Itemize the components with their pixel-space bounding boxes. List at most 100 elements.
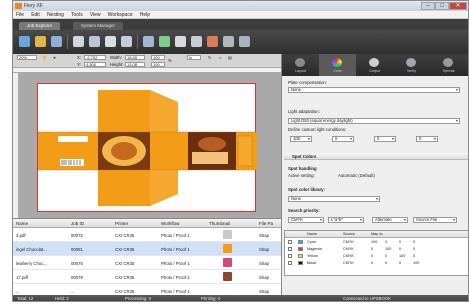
- status-bar: Total: 12 Held: 3 Processing: 0 Printing…: [13, 295, 468, 301]
- priority-4-select[interactable]: Source File: [413, 217, 457, 223]
- priority-1-select[interactable]: CMYK: [288, 217, 324, 223]
- canvas-area[interactable]: [19, 73, 281, 218]
- scale-width-field[interactable]: 100: [151, 55, 165, 60]
- col-name[interactable]: Name: [16, 221, 28, 226]
- tab-system-manager[interactable]: System Manager: [73, 22, 124, 30]
- custom-light-field-4[interactable]: 0: [416, 136, 438, 142]
- color-swatch: [298, 240, 303, 244]
- tab-verify[interactable]: Verify: [393, 54, 430, 76]
- tab-layout[interactable]: Layout: [282, 54, 319, 76]
- tile-icon[interactable]: [159, 36, 170, 47]
- row-job-id: 00081: [71, 247, 83, 252]
- menu-tools[interactable]: Tools: [68, 11, 86, 19]
- tab-output-label: Output: [369, 69, 380, 73]
- active-setting-label: Active setting:: [288, 173, 315, 178]
- tab-job-explorer[interactable]: Job Explorer: [19, 22, 61, 30]
- spot-color-row[interactable]: Magenta CMYK 0 100 0 0: [285, 246, 468, 252]
- zoom-icon[interactable]: [239, 36, 250, 47]
- col-spot-map[interactable]: Map to: [371, 232, 383, 236]
- grid-icon[interactable]: [191, 36, 202, 47]
- new-job-icon[interactable]: [19, 36, 30, 47]
- unit-select[interactable]: in: [187, 55, 201, 60]
- zoom-select[interactable]: 20%: [17, 55, 37, 60]
- spot-row-checkbox[interactable]: [288, 261, 292, 265]
- menu-nesting[interactable]: Nesting: [44, 11, 67, 19]
- spot-name: Cyan: [307, 240, 316, 244]
- spot-name: Yellow: [307, 254, 318, 258]
- panel-tab-bar: Layout Color Output Verify Special: [282, 54, 468, 76]
- hand-icon[interactable]: ✋: [42, 55, 47, 61]
- spot-row-checkbox[interactable]: [288, 254, 292, 258]
- nest-icon[interactable]: [121, 36, 132, 47]
- scale-height-field[interactable]: 100: [151, 62, 165, 67]
- delete-icon[interactable]: [207, 36, 218, 47]
- step-repeat-icon[interactable]: [143, 36, 154, 47]
- row-printer: CXI CR35: [115, 261, 135, 266]
- close-button[interactable]: ✕: [449, 2, 467, 10]
- tab-color[interactable]: Color: [319, 54, 356, 76]
- mirror-icon[interactable]: ⇔: [218, 55, 222, 60]
- spot-color-row[interactable]: Yellow CMYK 0 0 100 0: [285, 253, 468, 259]
- tab-special[interactable]: Special: [430, 54, 467, 76]
- custom-light-field-3[interactable]: 0: [374, 136, 396, 142]
- light-adaptation-select[interactable]: Light D50 (equal energy daylight): [288, 118, 460, 124]
- table-row[interactable]: 3.pdf 00072 CXI CR35 Photo / Proof 1 Sha…: [13, 228, 281, 242]
- col-job-id[interactable]: Job ID: [71, 221, 84, 226]
- pointer-icon[interactable]: ➤: [53, 55, 57, 60]
- print-icon[interactable]: [73, 36, 84, 47]
- align-icon[interactable]: ▤: [228, 55, 232, 60]
- width-field[interactable]: 18.65: [125, 55, 145, 60]
- maximize-button[interactable]: □: [435, 2, 449, 10]
- col-workflow[interactable]: Workflow: [161, 221, 179, 226]
- spot-source: CMYK: [343, 247, 354, 251]
- rotate-icon[interactable]: ↻: [208, 55, 212, 60]
- spot-colors-section-header[interactable]: Spot Colors: [284, 153, 468, 160]
- col-spot-name[interactable]: Name: [307, 232, 317, 236]
- row-job-id: 00072: [71, 233, 83, 238]
- col-thumbnail[interactable]: Thumbnail: [209, 221, 230, 226]
- col-spot-source[interactable]: Source: [343, 232, 355, 236]
- priority-3-select[interactable]: Alternate: [372, 217, 408, 223]
- artboard[interactable]: [37, 83, 257, 212]
- custom-light-field-1[interactable]: 100: [290, 136, 312, 142]
- open-folder-icon[interactable]: [35, 36, 46, 47]
- x-field[interactable]: -2.702: [84, 55, 106, 60]
- menu-file[interactable]: File: [13, 11, 27, 19]
- menu-workspace[interactable]: Workspace: [105, 11, 136, 19]
- row-name: 3.pdf: [16, 233, 26, 238]
- spot-row-checkbox[interactable]: [288, 247, 292, 251]
- hold-icon[interactable]: [89, 36, 100, 47]
- tab-verify-label: Verify: [407, 69, 416, 73]
- spot-color-row[interactable]: Cyan CMYK 100 0 0 0: [285, 239, 468, 245]
- job-thumbnail: [223, 272, 232, 281]
- spot-library-select[interactable]: None: [288, 196, 380, 202]
- process-icon[interactable]: [105, 36, 116, 47]
- spot-map-value: 0: [371, 247, 374, 251]
- menu-view[interactable]: View: [87, 11, 104, 19]
- y-field[interactable]: 4.500: [84, 62, 106, 67]
- priority-2-select[interactable]: L*a*b*: [328, 217, 364, 223]
- row-job-id: 00075: [71, 261, 83, 266]
- spot-row-checkbox[interactable]: [288, 240, 292, 244]
- menu-help[interactable]: Help: [137, 11, 153, 19]
- col-printer[interactable]: Printer: [115, 221, 128, 226]
- custom-light-field-2[interactable]: 0: [332, 136, 354, 142]
- plate-compensation-select[interactable]: None: [288, 87, 460, 93]
- verify-icon: [406, 58, 416, 67]
- save-icon[interactable]: [51, 36, 62, 47]
- properties-icon[interactable]: [223, 36, 234, 47]
- table-row[interactable]: lewberry Choc... 00075 CXI CR35 Photo / …: [13, 256, 281, 270]
- table-row[interactable]: 17.pdf 00079 CXI CR35 Photo / Proof 1 Sh…: [13, 270, 281, 284]
- col-file-path[interactable]: File Pa: [259, 221, 273, 226]
- tab-layout-label: Layout: [295, 69, 306, 73]
- spot-map-value: 0: [371, 254, 374, 258]
- minimize-button[interactable]: –: [421, 2, 435, 10]
- job-properties-panel: Layout Color Output Verify Special Plate…: [281, 54, 468, 295]
- table-row[interactable]: ingel Chocolat... 00081 CXI CR35 Photo /…: [13, 242, 281, 256]
- layout-icon[interactable]: [175, 36, 186, 47]
- menu-edit[interactable]: Edit: [28, 11, 43, 19]
- define-custom-light-label: Define custom light conditions:: [288, 127, 347, 132]
- height-field[interactable]: 13.08: [125, 62, 145, 67]
- tab-output[interactable]: Output: [356, 54, 393, 76]
- spot-color-row[interactable]: Black CMYK 0 0 0 100: [285, 260, 468, 266]
